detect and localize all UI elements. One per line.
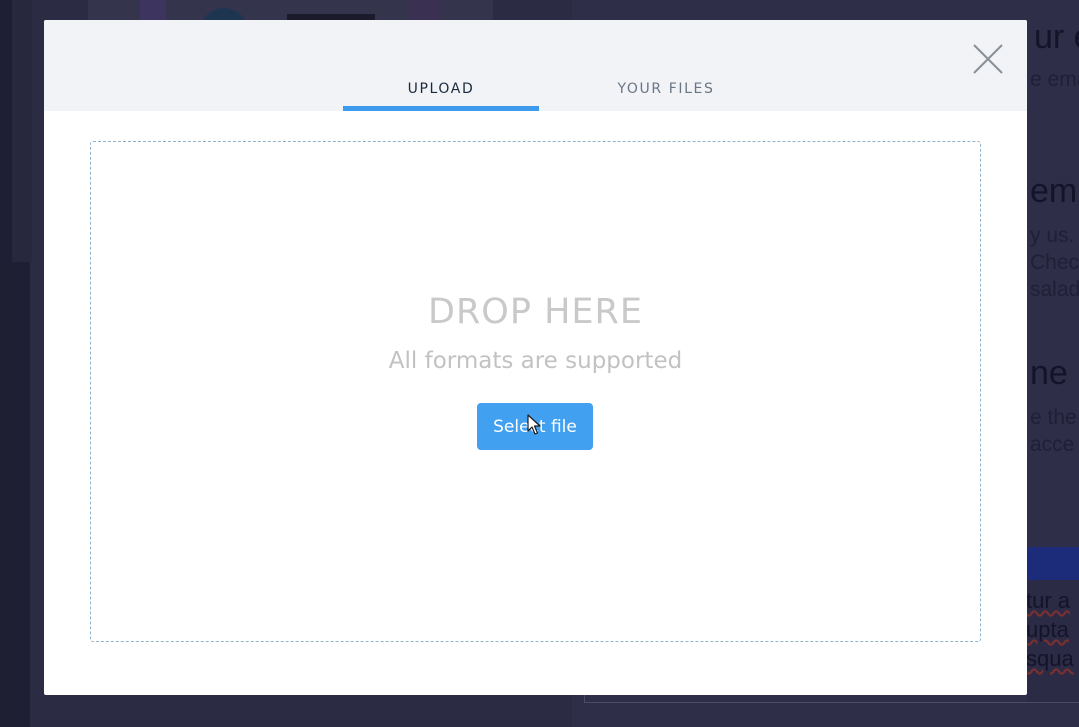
bg-left-panel [12, 0, 32, 262]
bg-blue-button [1027, 547, 1079, 580]
tab-your-files[interactable]: YOUR FILES [568, 20, 764, 111]
bg-text: y us. [1030, 224, 1075, 247]
bg-top-block [407, 0, 441, 20]
bg-text: salad [1030, 278, 1079, 301]
bg-heading: em [1030, 172, 1078, 210]
bg-text: acce [1030, 433, 1075, 456]
close-button[interactable] [972, 43, 1004, 75]
select-file-button[interactable]: Select file [477, 403, 593, 450]
dropzone-title: DROP HERE [428, 292, 643, 332]
bg-divider [584, 702, 1079, 703]
bg-textarea-line: tur a [1026, 588, 1071, 613]
bg-text: Chec [1030, 251, 1079, 274]
bg-divider [584, 694, 585, 703]
close-icon [973, 44, 1003, 74]
tab-upload[interactable]: UPLOAD [343, 20, 539, 111]
active-tab-indicator [343, 106, 539, 111]
dropzone-subtitle: All formats are supported [388, 348, 683, 374]
bg-heading: ur e [1034, 18, 1079, 56]
bg-textarea-line: upta [1026, 617, 1069, 642]
file-dropzone[interactable]: DROP HERE All formats are supported Sele… [90, 141, 981, 642]
bg-heading: ne l [1030, 354, 1079, 392]
bg-text: e ema [1030, 68, 1079, 91]
upload-modal: UPLOAD YOUR FILES DROP HERE All formats … [44, 20, 1027, 695]
modal-header: UPLOAD YOUR FILES [44, 20, 1027, 111]
bg-top-block [140, 0, 166, 20]
bg-textarea-line: squa [1026, 646, 1074, 671]
bg-text: e the [1030, 406, 1077, 429]
